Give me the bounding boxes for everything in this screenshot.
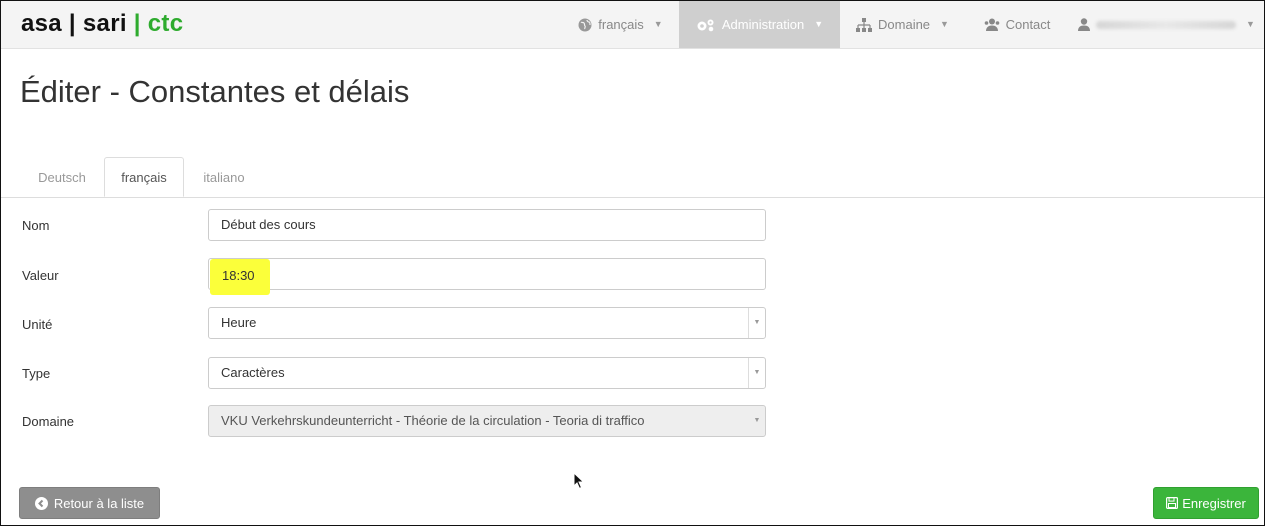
contact-label: Contact: [1005, 17, 1051, 32]
domaine-select[interactable]: VKU Verkehrskundeunterricht - Théorie de…: [208, 405, 766, 437]
users-icon: [984, 18, 1000, 31]
tab-italiano[interactable]: italiano: [184, 157, 264, 197]
type-selected-value: Caractères: [221, 365, 285, 380]
valeur-value: 18:30: [222, 268, 255, 283]
tab-francais[interactable]: français: [104, 157, 184, 197]
domaine-selected-value: VKU Verkehrskundeunterricht - Théorie de…: [221, 413, 645, 428]
user-menu[interactable]: ▼: [1069, 1, 1264, 48]
caret-down-icon: ▼: [940, 19, 949, 29]
brand-sari: sari: [82, 10, 127, 37]
domaine-label: Domaine: [22, 414, 75, 429]
administration-label: Administration: [721, 17, 805, 32]
valeur-input[interactable]: [208, 258, 766, 290]
gears-icon: [696, 18, 716, 32]
unite-selected-value: Heure: [221, 315, 257, 330]
unite-select[interactable]: Heure ▼: [208, 307, 766, 339]
language-menu[interactable]: français ▼: [562, 1, 679, 48]
save-button[interactable]: Enregistrer: [1153, 487, 1259, 519]
language-tabs: Deutsch français italiano: [1, 157, 1264, 198]
top-navbar: asa | sari | ctc français ▼ Administrati…: [1, 1, 1264, 49]
select-arrow-icon: ▼: [753, 417, 761, 424]
globe-icon: [578, 18, 592, 32]
tab-deutsch[interactable]: Deutsch: [21, 157, 103, 197]
brand-separator: |: [126, 10, 148, 37]
back-button-label: Retour à la liste: [53, 495, 145, 511]
brand-ctc: ctc: [147, 10, 184, 37]
select-arrow-icon: ▼: [748, 308, 765, 338]
domain-label: Domaine: [878, 17, 931, 32]
caret-down-icon: ▼: [814, 19, 824, 29]
brand-logo[interactable]: asa | sari | ctc: [21, 10, 183, 38]
back-to-list-button[interactable]: Retour à la liste: [19, 487, 160, 519]
domain-menu[interactable]: Domaine ▼: [840, 1, 965, 48]
user-email-blurred: [1096, 20, 1237, 29]
caret-down-icon: ▼: [1246, 19, 1255, 29]
type-select[interactable]: Caractères ▼: [208, 357, 766, 389]
floppy-disk-icon: [1166, 497, 1179, 509]
unite-label: Unité: [22, 317, 53, 332]
brand-asa: asa: [21, 10, 62, 37]
select-arrow-icon: ▼: [748, 358, 765, 388]
user-icon: [1078, 18, 1091, 31]
mouse-cursor-icon: [573, 471, 585, 495]
page-title: Éditer - Constantes et délais: [20, 74, 410, 109]
sitemap-icon: [856, 17, 873, 32]
arrow-left-circle-icon: [34, 496, 48, 510]
caret-down-icon: ▼: [653, 19, 663, 29]
contact-link[interactable]: Contact: [965, 1, 1069, 48]
administration-menu[interactable]: Administration ▼: [679, 1, 840, 48]
save-button-label: Enregistrer: [1182, 495, 1246, 511]
nom-label: Nom: [22, 218, 50, 233]
type-label: Type: [22, 366, 51, 381]
nom-input[interactable]: Début des cours: [208, 209, 766, 241]
brand-separator: |: [61, 10, 83, 37]
valeur-label: Valeur: [22, 268, 59, 283]
language-label: français: [598, 17, 644, 32]
